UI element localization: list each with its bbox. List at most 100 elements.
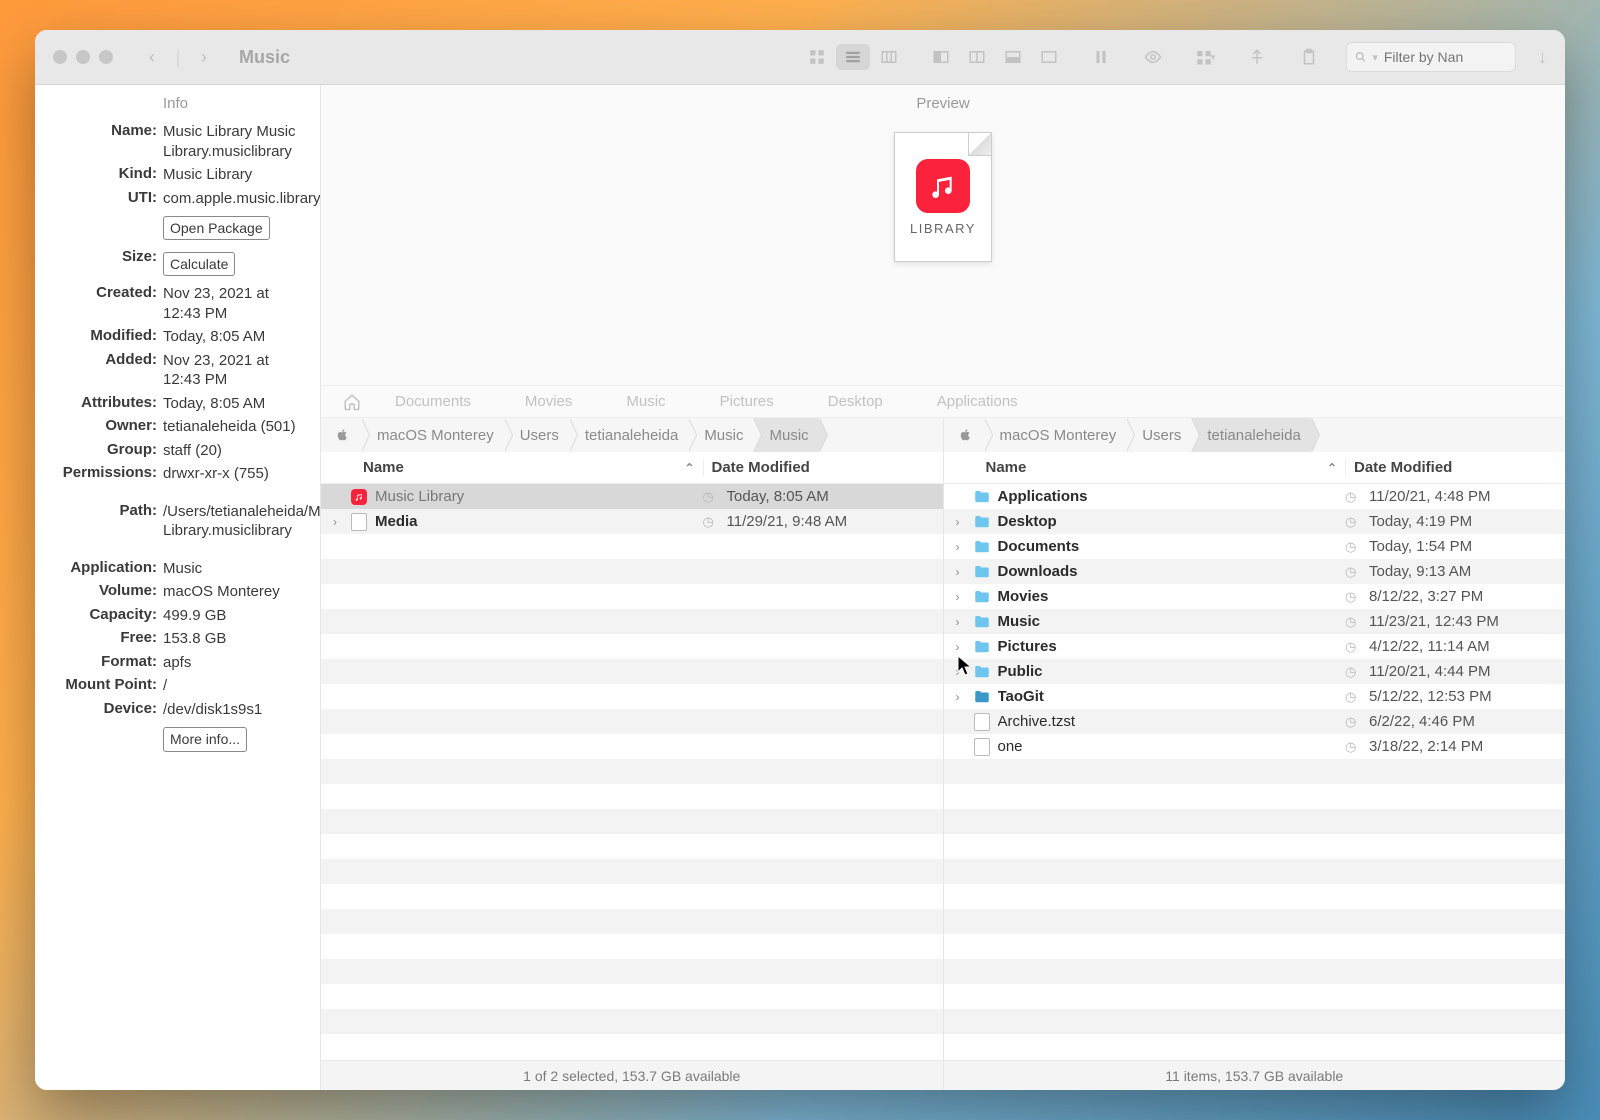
breadcrumb-item[interactable]: macOS Monterey xyxy=(361,418,504,452)
table-row[interactable]: ›TaoGit◷5/12/22, 12:53 PM xyxy=(944,684,1566,709)
pane-split-icon[interactable] xyxy=(960,44,994,70)
table-row-empty xyxy=(321,609,943,634)
col-date[interactable]: Date Modified xyxy=(1345,459,1565,476)
quicklook-icon[interactable] xyxy=(1136,44,1170,70)
info-button[interactable]: More info... xyxy=(163,727,247,751)
clipboard-icon[interactable] xyxy=(1292,44,1326,70)
table-row[interactable]: one◷3/18/22, 2:14 PM xyxy=(944,734,1566,759)
info-value: Today, 8:05 AM xyxy=(163,394,306,414)
disclosure-icon[interactable]: › xyxy=(944,690,972,704)
table-row[interactable]: ›Movies◷8/12/22, 3:27 PM xyxy=(944,584,1566,609)
breadcrumb-root[interactable] xyxy=(327,418,361,452)
breadcrumb-item[interactable]: macOS Monterey xyxy=(984,418,1127,452)
table-row[interactable]: Music Library◷Today, 8:05 AM xyxy=(321,484,943,509)
status-right: 11 items, 153.7 GB available xyxy=(944,1060,1566,1090)
info-button[interactable]: Calculate xyxy=(163,252,235,276)
table-row[interactable]: ›Public◷11/20/21, 4:44 PM xyxy=(944,659,1566,684)
favorite-item[interactable]: Desktop xyxy=(828,393,883,410)
table-row[interactable]: ›Media◷11/29/21, 9:48 AM xyxy=(321,509,943,534)
column-header-right: Name ⌃ Date Modified xyxy=(944,452,1566,484)
breadcrumb-item[interactable]: Music xyxy=(753,418,818,452)
col-name[interactable]: Name xyxy=(986,459,1027,476)
arrange-icon[interactable]: ▾ xyxy=(1188,44,1222,70)
file-date: Today, 1:54 PM xyxy=(1369,538,1565,555)
breadcrumb-item[interactable]: tetianaleheida xyxy=(569,418,688,452)
file-date: Today, 8:05 AM xyxy=(727,488,943,505)
chevron-down-icon[interactable]: ▾ xyxy=(1372,51,1378,64)
file-name: one xyxy=(998,738,1346,755)
home-icon[interactable] xyxy=(343,393,361,411)
music-app-icon xyxy=(916,159,970,213)
sort-asc-icon[interactable]: ⌃ xyxy=(1327,461,1337,475)
disclosure-icon[interactable]: › xyxy=(944,665,972,679)
pane-left-on-icon[interactable] xyxy=(924,44,958,70)
zoom-icon[interactable] xyxy=(99,50,113,64)
table-row-empty xyxy=(321,684,943,709)
preview-thumbnail[interactable]: LIBRARY xyxy=(894,132,992,262)
breadcrumb-item[interactable]: tetianaleheida xyxy=(1191,418,1310,452)
download-arrow-icon[interactable]: ↓ xyxy=(1538,47,1547,68)
pane-bottom-icon[interactable] xyxy=(996,44,1030,70)
right-pane: macOS MontereyUserstetianaleheida Name ⌃… xyxy=(944,418,1566,1090)
table-row[interactable]: ›Desktop◷Today, 4:19 PM xyxy=(944,509,1566,534)
table-row[interactable]: ›Pictures◷4/12/22, 11:14 AM xyxy=(944,634,1566,659)
favorite-item[interactable]: Applications xyxy=(937,393,1018,410)
right-area: Preview LIBRARY DocumentsMoviesMusicPict… xyxy=(321,85,1565,1090)
pane-none-icon[interactable] xyxy=(1032,44,1066,70)
favorites-bar: Documents Movies Music Pictures Desktop Appli… xyxy=(321,385,1565,417)
disclosure-icon[interactable]: › xyxy=(944,540,972,554)
table-row-empty xyxy=(321,809,943,834)
disclosure-icon[interactable]: › xyxy=(944,640,972,654)
favorite-item[interactable]: Pictures xyxy=(720,393,774,410)
back-icon[interactable]: ‹ xyxy=(141,46,163,68)
breadcrumb-item[interactable]: Music xyxy=(688,418,753,452)
favorite-item[interactable]: Documents xyxy=(395,393,471,410)
forward-icon[interactable]: › xyxy=(193,46,215,68)
file-icon xyxy=(972,712,992,732)
view-icons-icon[interactable] xyxy=(800,44,834,70)
control-tower-icon[interactable] xyxy=(1240,44,1274,70)
info-value: Nov 23, 2021 at 12:43 PM xyxy=(163,351,306,390)
close-icon[interactable] xyxy=(53,50,67,64)
favorite-item[interactable]: Music xyxy=(626,393,665,410)
disclosure-icon[interactable]: › xyxy=(944,565,972,579)
info-key: Added: xyxy=(45,351,163,390)
sort-asc-icon[interactable]: ⌃ xyxy=(684,461,694,475)
col-name[interactable]: Name xyxy=(363,459,404,476)
breadcrumb-item[interactable]: Users xyxy=(1126,418,1191,452)
table-row[interactable]: ›Music◷11/23/21, 12:43 PM xyxy=(944,609,1566,634)
favorite-item[interactable]: Movies xyxy=(525,393,573,410)
info-button[interactable]: Open Package xyxy=(163,216,270,240)
table-row[interactable]: ›Documents◷Today, 1:54 PM xyxy=(944,534,1566,559)
table-row[interactable]: ›Downloads◷Today, 9:13 AM xyxy=(944,559,1566,584)
view-list-icon[interactable] xyxy=(836,44,870,70)
preview-doc-label: LIBRARY xyxy=(910,221,976,236)
file-date: 11/29/21, 9:48 AM xyxy=(727,513,943,530)
view-columns-icon[interactable] xyxy=(872,44,906,70)
info-key: Format: xyxy=(45,653,163,673)
table-row[interactable]: Archive.tzst◷6/2/22, 4:46 PM xyxy=(944,709,1566,734)
disclosure-icon[interactable]: › xyxy=(944,615,972,629)
breadcrumb-root[interactable] xyxy=(950,418,984,452)
folder-icon xyxy=(972,562,992,582)
disclosure-icon[interactable]: › xyxy=(321,515,349,529)
info-key: Mount Point: xyxy=(45,676,163,696)
col-date[interactable]: Date Modified xyxy=(703,459,943,476)
info-key: UTI: xyxy=(45,189,163,209)
pause-icon[interactable] xyxy=(1084,44,1118,70)
search-field[interactable]: ▾ xyxy=(1346,42,1516,72)
minimize-icon[interactable] xyxy=(76,50,90,64)
file-name: Public xyxy=(998,663,1346,680)
table-row-empty xyxy=(321,759,943,784)
file-list-left[interactable]: Music Library◷Today, 8:05 AM›Media◷11/29… xyxy=(321,484,943,1060)
file-list-right[interactable]: Applications◷11/20/21, 4:48 PM›Desktop◷T… xyxy=(944,484,1566,1060)
table-row[interactable]: Applications◷11/20/21, 4:48 PM xyxy=(944,484,1566,509)
dual-pane: macOS MontereyUserstetianaleheidaMusicMu… xyxy=(321,417,1565,1090)
breadcrumb-item[interactable]: Users xyxy=(504,418,569,452)
info-value: staff (20) xyxy=(163,441,306,461)
disclosure-icon[interactable]: › xyxy=(944,515,972,529)
search-input[interactable] xyxy=(1384,49,1507,65)
table-row-empty xyxy=(321,934,943,959)
info-key: Group: xyxy=(45,441,163,461)
disclosure-icon[interactable]: › xyxy=(944,590,972,604)
